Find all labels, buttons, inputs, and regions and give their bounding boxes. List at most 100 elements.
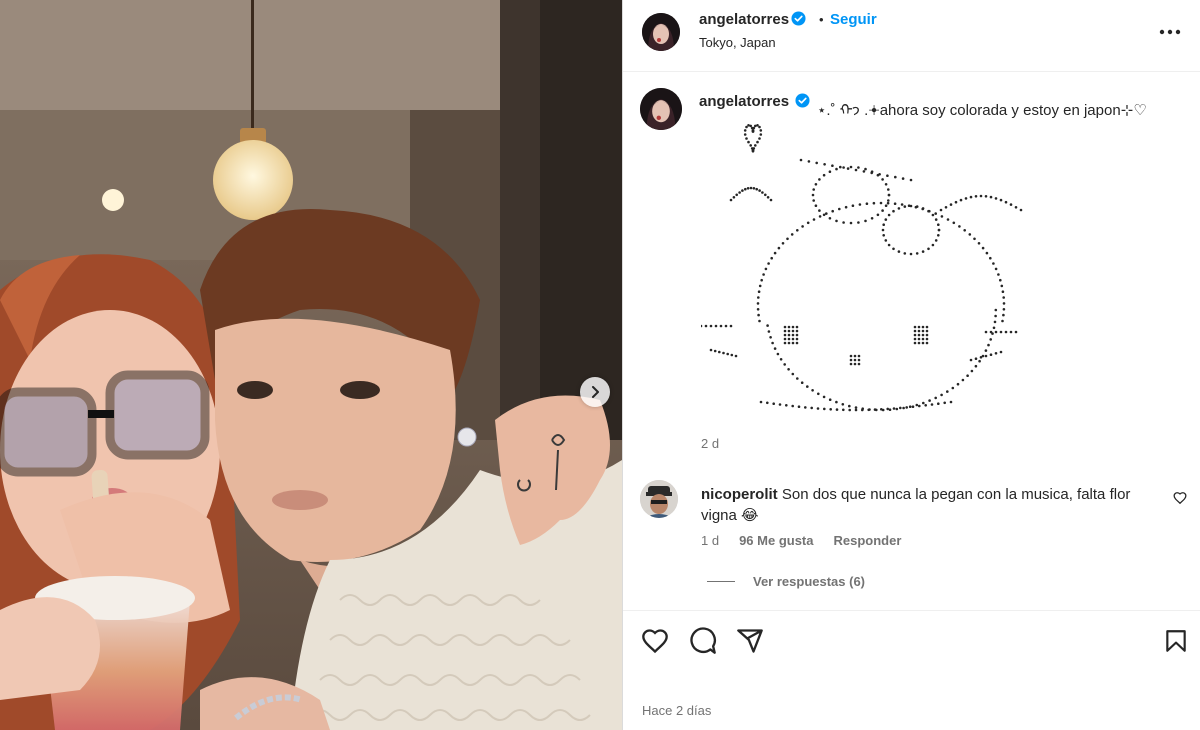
braille-dot xyxy=(969,358,973,362)
braille-dot xyxy=(764,267,768,271)
braille-dot xyxy=(917,333,921,337)
braille-dot xyxy=(757,290,761,293)
braille-dot xyxy=(770,256,773,260)
braille-dot xyxy=(751,130,755,133)
braille-dot xyxy=(1002,296,1005,299)
braille-dot xyxy=(756,302,760,305)
braille-dot xyxy=(887,243,891,247)
braille-dot xyxy=(930,403,934,406)
braille-dot xyxy=(752,187,756,190)
braille-dot xyxy=(831,164,834,167)
post-photo[interactable] xyxy=(0,0,622,730)
braille-dot xyxy=(769,198,773,202)
braille-dot xyxy=(755,187,758,191)
commenter-avatar[interactable] xyxy=(640,480,678,518)
braille-dot xyxy=(977,242,981,245)
braille-dot xyxy=(1002,313,1005,317)
braille-dot xyxy=(835,167,838,171)
braille-dot xyxy=(915,252,919,255)
caption-avatar[interactable] xyxy=(640,88,682,130)
braille-dot xyxy=(787,337,791,341)
braille-dot xyxy=(758,284,762,288)
braille-dot xyxy=(787,333,791,337)
braille-dot xyxy=(745,137,748,140)
braille-dot xyxy=(887,193,891,197)
braille-dot xyxy=(946,218,950,221)
action-bar: Hace 2 días xyxy=(623,610,1200,730)
braille-dot xyxy=(709,324,713,328)
braille-dot xyxy=(828,398,832,402)
braille-dot xyxy=(724,324,728,328)
braille-dot xyxy=(921,329,925,333)
braille-dot xyxy=(881,209,884,212)
braille-dot xyxy=(966,374,969,377)
braille-dot xyxy=(1001,290,1005,293)
send-icon[interactable] xyxy=(736,627,764,655)
post-header: angelatorres • Seguir Tokyo, Japan xyxy=(623,0,1200,72)
braille-dot xyxy=(917,341,921,345)
more-horizontal-icon[interactable] xyxy=(1159,22,1181,42)
braille-dot xyxy=(854,408,858,412)
comment-heart-icon[interactable] xyxy=(1173,491,1187,505)
braille-dot xyxy=(756,308,760,311)
braille-dot xyxy=(804,406,807,409)
braille-dot xyxy=(994,267,998,271)
braille-dot xyxy=(838,207,841,211)
braille-dot xyxy=(745,125,748,129)
selfie-image xyxy=(0,0,622,730)
braille-dot xyxy=(985,251,989,255)
caption-username[interactable]: angelatorres xyxy=(699,93,789,110)
braille-dot xyxy=(839,165,842,169)
bookmark-icon[interactable] xyxy=(1163,627,1189,655)
braille-dot xyxy=(974,357,978,360)
braille-dot xyxy=(811,193,815,197)
braille-dot xyxy=(754,144,757,147)
braille-dot xyxy=(841,403,845,406)
braille-dot xyxy=(981,246,985,250)
braille-dot xyxy=(968,233,972,236)
comment-username[interactable]: nicoperolit xyxy=(701,486,778,503)
reply-button[interactable]: Responder xyxy=(834,533,902,548)
braille-dot xyxy=(811,389,814,392)
author-username[interactable]: angelatorres xyxy=(699,11,789,28)
braille-dot xyxy=(954,200,958,204)
braille-dot xyxy=(818,215,822,218)
braille-dot xyxy=(799,158,803,162)
comment-icon[interactable] xyxy=(689,627,717,655)
braille-dot xyxy=(857,166,860,169)
braille-dot xyxy=(849,362,853,366)
braille-dot xyxy=(928,399,931,402)
comment-likes[interactable]: 96 Me gusta xyxy=(739,533,813,548)
braille-dot xyxy=(773,347,777,350)
braille-dot xyxy=(823,163,826,166)
braille-dot xyxy=(729,324,733,328)
braille-dot xyxy=(918,404,921,408)
braille-dot xyxy=(921,333,925,337)
braille-dot xyxy=(797,405,801,409)
braille-dot xyxy=(934,212,937,215)
braille-dot xyxy=(822,395,826,399)
braille-dot xyxy=(882,223,885,226)
braille-dot xyxy=(1014,330,1018,334)
post-location[interactable]: Tokyo, Japan xyxy=(699,35,776,50)
braille-dot xyxy=(815,161,818,165)
braille-dot xyxy=(861,408,864,412)
braille-dot xyxy=(854,406,858,409)
braille-dot xyxy=(958,225,961,228)
view-replies-button[interactable]: Ver respuestas (6) xyxy=(707,574,865,589)
braille-dot xyxy=(787,325,791,329)
braille-dot xyxy=(917,329,921,333)
braille-dot xyxy=(905,406,908,409)
next-photo-button[interactable] xyxy=(580,377,610,407)
follow-button[interactable]: Seguir xyxy=(830,11,877,28)
braille-dot xyxy=(984,330,988,334)
braille-dot xyxy=(759,400,763,404)
braille-dot xyxy=(994,314,997,318)
braille-dot xyxy=(903,252,907,255)
avatar[interactable] xyxy=(642,13,680,51)
braille-dot xyxy=(766,324,769,327)
braille-dot xyxy=(786,237,789,241)
heart-icon[interactable] xyxy=(641,627,669,655)
braille-dot xyxy=(940,215,944,218)
chevron-right-icon xyxy=(592,386,599,398)
